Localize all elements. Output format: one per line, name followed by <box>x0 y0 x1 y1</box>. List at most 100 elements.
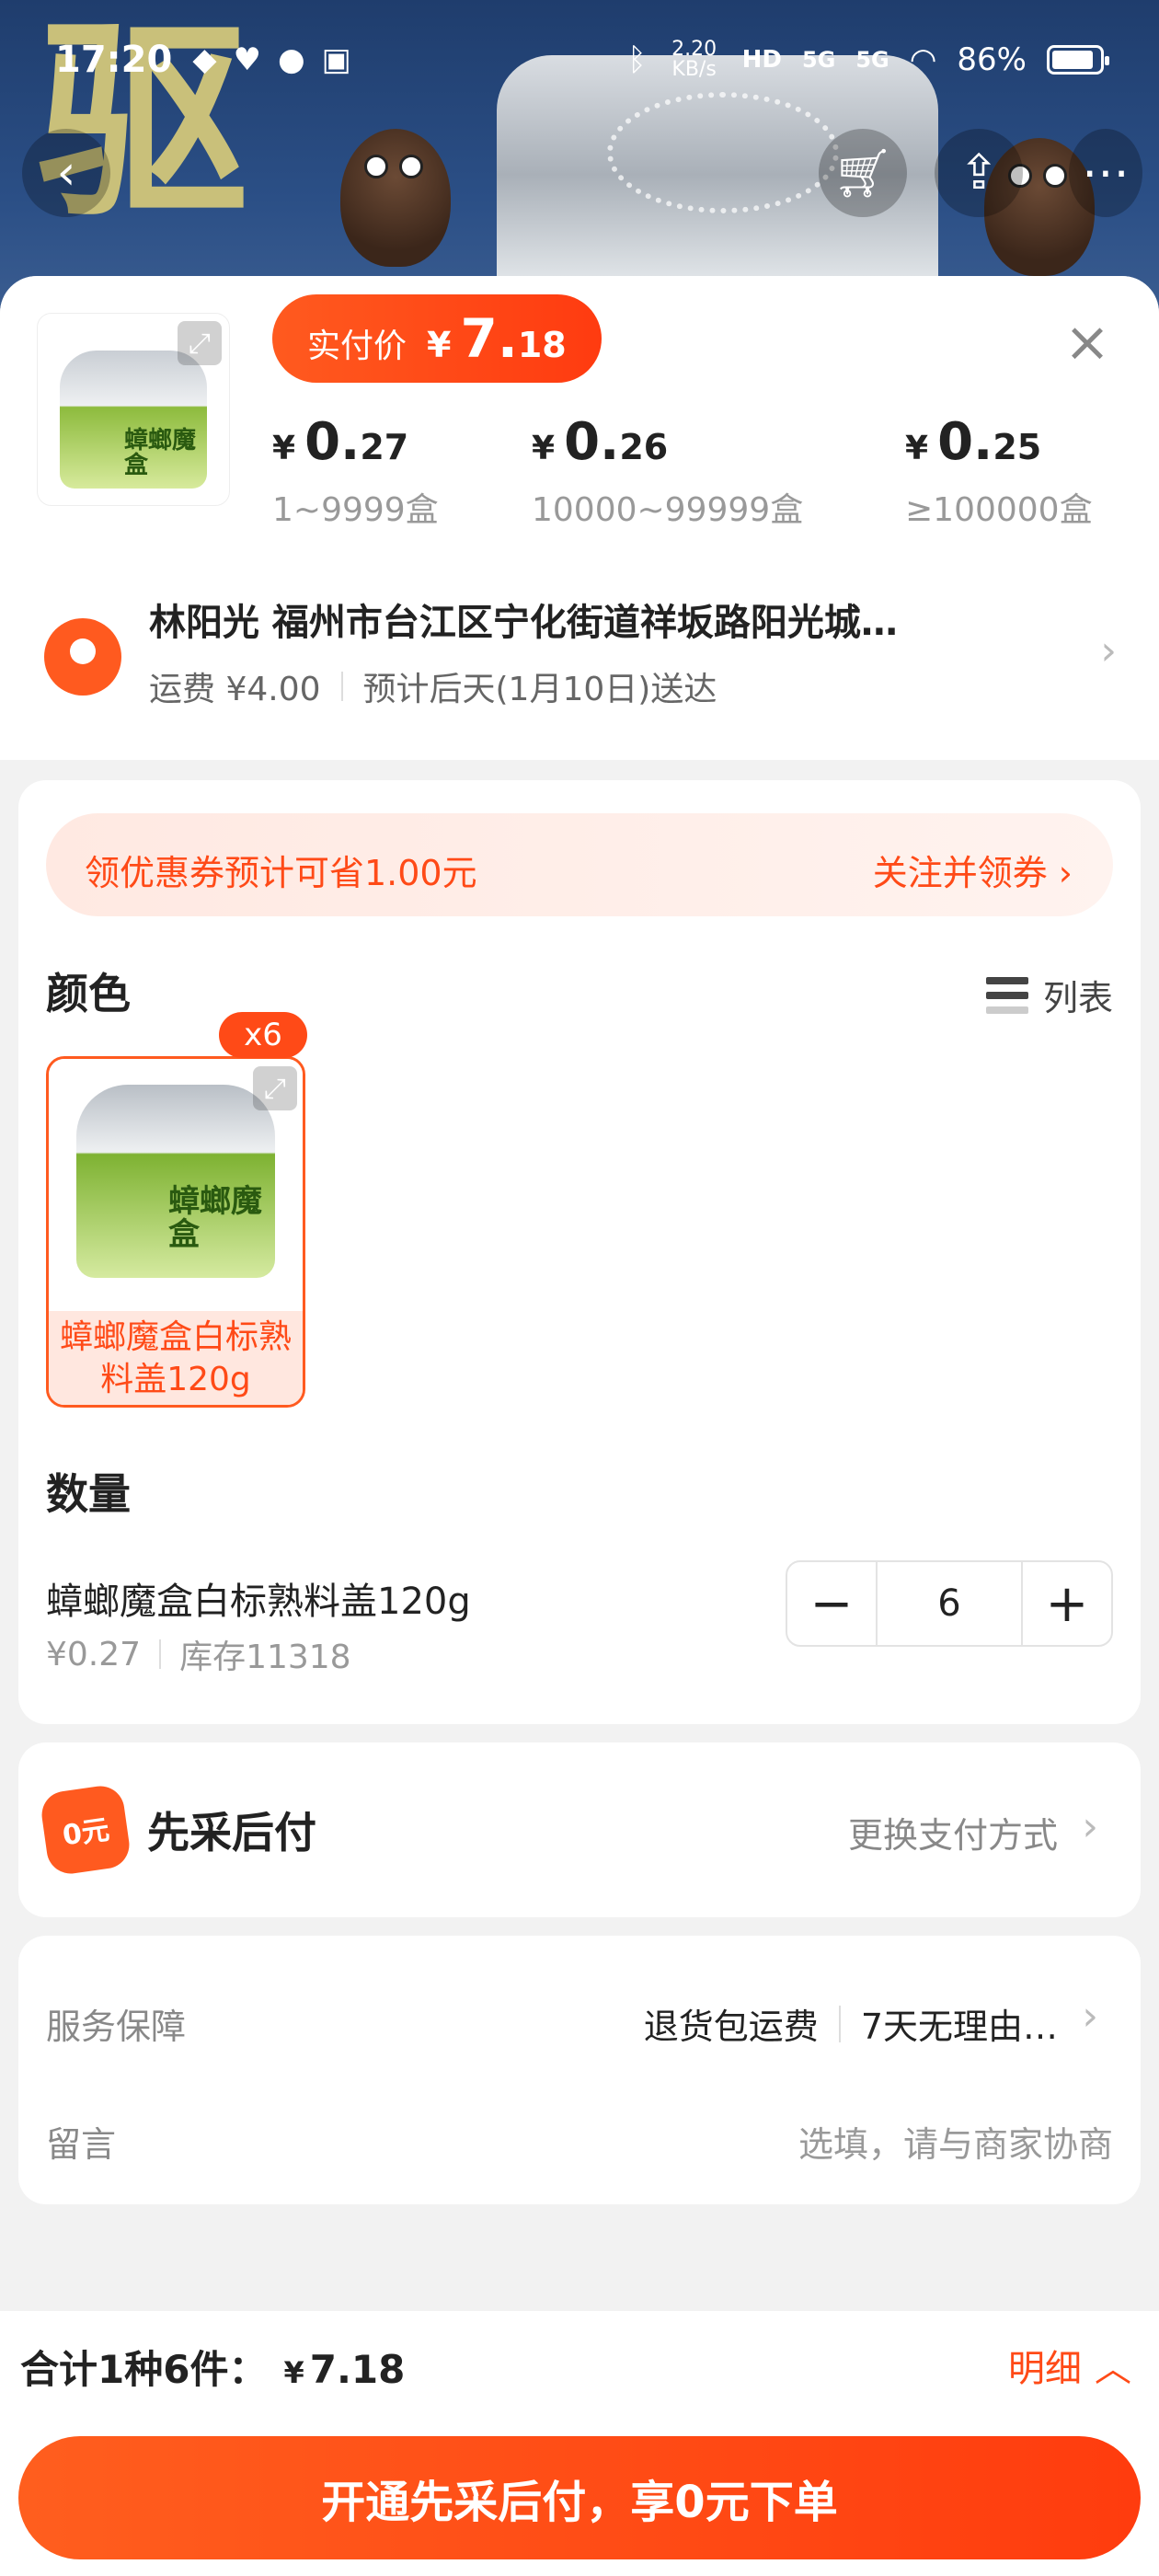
divider <box>838 2005 841 2042</box>
share-icon: ⇪ <box>958 145 999 201</box>
app-notification-icon: ♥ <box>233 41 261 78</box>
quantity-badge: x6 <box>219 1012 307 1058</box>
battery-percent: 86% <box>957 41 1027 78</box>
coupon-text: 领优惠券预计可省1.00元 <box>85 853 477 893</box>
bluetooth-icon: ᛒ <box>627 41 647 78</box>
close-button[interactable]: × <box>1061 315 1113 370</box>
expand-icon[interactable]: ⤢ <box>253 1066 297 1110</box>
shipping-info: 运费 ¥4.00 预计后天(1月10日)送达 <box>149 662 717 710</box>
price-tier: ¥0. 25 ≥100000盒 <box>905 412 1128 531</box>
payment-method-card[interactable]: 0元 先采后付 更换支付方式 › <box>18 1742 1141 1917</box>
coupon-banner[interactable]: 领优惠券预计可省1.00元 关注并领券 › <box>46 813 1113 916</box>
product-jar-image: 蟑螂魔盒 <box>60 351 207 489</box>
checkout-bar: 合计1种6件： ¥ 7.18 明细 ︿ 开通先采后付，享0元下单 <box>0 2311 1159 2576</box>
app-notification-icon: ▣ <box>321 41 351 78</box>
list-icon <box>985 976 1028 1014</box>
more-button[interactable]: ⋯ <box>1069 129 1142 217</box>
app-notification-icon: ● <box>277 41 305 78</box>
qq-icon: ◆ <box>192 41 217 78</box>
quantity-input[interactable]: 6 <box>876 1562 1023 1645</box>
option-image: 蟑螂魔盒 ⤢ <box>49 1059 303 1307</box>
chevron-up-icon: ︿ <box>1095 2348 1131 2390</box>
service-card: 服务保障 退货包运费 7天无理由… › 留言 选填，请与商家协商 <box>18 1936 1141 2204</box>
address-line: 林阳光 福州市台江区宁化街道祥坂路阳光城… <box>149 602 898 644</box>
price-tiers: ¥0. 27 1~9999盒 ¥0. 26 10000~99999盒 ¥0. 25 ≥… <box>272 412 1128 531</box>
service-label: 服务保障 <box>46 2007 187 2047</box>
change-payment-link[interactable]: 更换支付方式 <box>848 1807 1058 1857</box>
price-tier: ¥0. 27 1~9999盒 <box>272 412 532 531</box>
product-thumbnail[interactable]: 蟑螂魔盒 ⤢ <box>37 313 230 506</box>
total-currency: ¥ <box>283 2355 304 2390</box>
decrement-button[interactable]: − <box>787 1562 876 1645</box>
color-option[interactable]: 蟑螂魔盒 ⤢ 蟑螂魔盒白标熟料盖120g <box>46 1056 305 1408</box>
message-input[interactable]: 选填，请与商家协商 <box>798 2116 1113 2167</box>
quantity-stepper: − 6 + <box>786 1560 1113 1647</box>
close-icon: × <box>1063 310 1111 374</box>
payment-title: 先采后付 <box>147 1808 316 1857</box>
cart-icon: 🛒︎ <box>832 145 893 201</box>
status-right: ᛒ 2.20 KB/s HD 5G 5G ◠ 86% <box>627 38 1109 81</box>
delivery-eta: 预计后天(1月10日)送达 <box>362 671 717 708</box>
tier-price-dec: 27 <box>360 427 409 467</box>
share-button[interactable]: ⇪ <box>935 129 1023 217</box>
option-name: 蟑螂魔盒白标熟料盖120g <box>49 1311 303 1405</box>
total-label: 合计1种6件： <box>20 2347 268 2392</box>
price-tier: ¥0. 26 10000~99999盒 <box>532 412 905 531</box>
detail-label: 明细 <box>1008 2348 1082 2390</box>
location-pin-icon <box>44 618 121 696</box>
signal-5g-icon: 5G <box>801 47 836 73</box>
list-view-toggle[interactable]: 列表 <box>985 970 1113 1020</box>
quantity-section-title: 数量 <box>46 1469 131 1519</box>
order-total: 合计1种6件： ¥ 7.18 <box>20 2339 405 2395</box>
divider <box>159 1639 162 1669</box>
signal-5g-icon: 5G <box>855 47 889 73</box>
detail-toggle[interactable]: 明细 ︿ <box>1008 2339 1131 2392</box>
unit-price: ¥0.27 <box>46 1635 142 1673</box>
paid-price-int: 7. <box>460 307 518 370</box>
tier-currency: ¥ <box>272 430 296 467</box>
product-jar-image: 蟑螂魔盒 <box>76 1085 275 1278</box>
back-button[interactable]: ‹ <box>22 129 110 217</box>
chevron-right-icon: › <box>1100 627 1117 674</box>
submit-order-button[interactable]: 开通先采后付，享0元下单 <box>18 2436 1141 2559</box>
coupon-action[interactable]: 关注并领券 › <box>873 845 1073 895</box>
option-thumb-label: 蟑螂魔盒 <box>168 1183 262 1253</box>
options-card: 领优惠券预计可省1.00元 关注并领券 › 颜色 列表 x6 蟑螂魔盒 ⤢ 蟑螂… <box>18 780 1141 1724</box>
tier-price-int: 0. <box>564 412 620 472</box>
tier-price-dec: 25 <box>993 427 1042 467</box>
status-time: 17:20 <box>55 39 173 81</box>
service-tag: 7天无理由… <box>860 2007 1058 2047</box>
stock-count: 库存11318 <box>179 1639 351 1676</box>
notification-icons: ◆ ♥ ● ▣ <box>192 41 350 78</box>
paid-price-label: 实付价 <box>307 328 407 365</box>
service-tag: 退货包运费 <box>643 2007 819 2047</box>
expand-icon[interactable]: ⤢ <box>178 321 222 365</box>
cockroach-illustration <box>340 129 451 267</box>
wifi-icon: ◠ <box>909 41 937 78</box>
quantity-item-meta: ¥0.27 库存11318 <box>46 1630 351 1678</box>
status-bar: 17:20 ◆ ♥ ● ▣ ᛒ 2.20 KB/s HD 5G 5G ◠ 86% <box>0 0 1159 120</box>
tier-range: 1~9999盒 <box>272 491 439 529</box>
tier-range: ≥100000盒 <box>905 491 1093 529</box>
hd-icon: HD <box>741 46 782 74</box>
battery-icon <box>1047 45 1109 75</box>
tier-currency: ¥ <box>905 430 929 467</box>
currency-symbol: ¥ <box>427 325 452 365</box>
divider <box>340 672 343 701</box>
paid-price-dec: 18 <box>517 325 567 365</box>
message-label: 留言 <box>46 2124 117 2165</box>
chevron-right-icon: › <box>1082 1803 1098 1850</box>
color-section-title: 颜色 <box>46 969 131 1018</box>
tier-currency: ¥ <box>532 430 556 467</box>
shipping-fee: 运费 ¥4.00 <box>149 671 321 708</box>
service-tags[interactable]: 退货包运费 7天无理由… <box>644 1998 1058 2049</box>
quantity-item-name: 蟑螂魔盒白标熟料盖120g <box>46 1581 471 1623</box>
increment-button[interactable]: + <box>1023 1562 1111 1645</box>
cart-button[interactable]: 🛒︎ <box>819 129 907 217</box>
tier-price-int: 0. <box>304 412 361 472</box>
more-icon: ⋯ <box>1082 145 1130 201</box>
shipping-address[interactable]: 林阳光 福州市台江区宁化街道祥坂路阳光城… 运费 ¥4.00 预计后天(1月10… <box>0 552 1159 760</box>
sheet-header: 蟑螂魔盒 ⤢ 实付价 ¥ 7. 18 × ¥0. 27 1~9999盒 ¥0. 26… <box>0 276 1159 552</box>
net-speed: 2.20 KB/s <box>671 38 717 81</box>
tier-range: 10000~99999盒 <box>532 491 804 529</box>
